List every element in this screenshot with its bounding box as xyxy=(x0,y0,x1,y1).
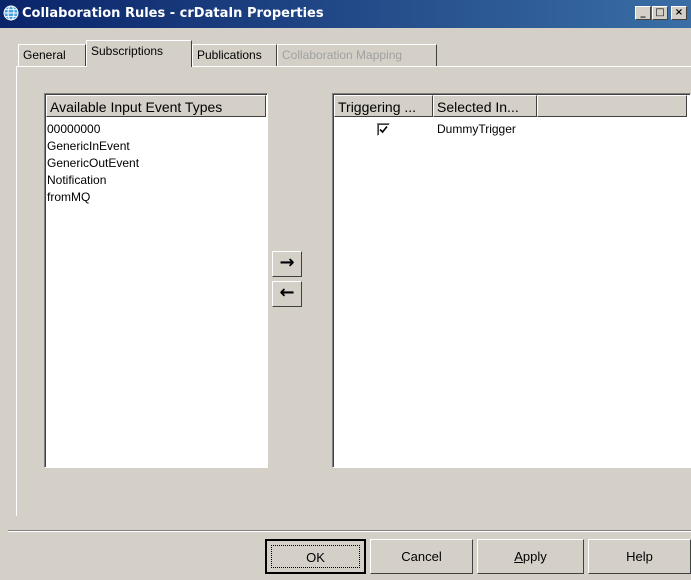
available-input-event-types-list[interactable]: Available Input Event Types 00000000 Gen… xyxy=(44,93,268,468)
close-button[interactable]: × xyxy=(671,6,687,20)
tab-general[interactable]: General xyxy=(18,44,86,66)
selected-input-events-table[interactable]: Triggering ... Selected In... DummyTrigg… xyxy=(332,93,691,468)
arrow-right-icon: → xyxy=(279,252,295,273)
title-bar[interactable]: Collaboration Rules - crDataIn Propertie… xyxy=(0,0,691,28)
triggering-checkbox[interactable] xyxy=(377,123,390,136)
checkmark-icon xyxy=(379,125,388,134)
ok-button[interactable]: OK xyxy=(265,539,366,574)
window-title: Collaboration Rules - crDataIn Propertie… xyxy=(22,6,324,21)
tab-subscriptions-label: Subscriptions xyxy=(91,44,164,58)
focus-rectangle xyxy=(271,545,360,568)
list-item[interactable]: Notification xyxy=(47,172,106,189)
add-event-button[interactable]: → xyxy=(272,251,302,277)
remove-event-button[interactable]: ← xyxy=(272,281,302,307)
maximize-button[interactable]: □ xyxy=(652,6,668,20)
list-item[interactable]: GenericInEvent xyxy=(47,138,130,155)
cancel-button-label: Cancel xyxy=(401,549,442,564)
list-item[interactable]: 00000000 xyxy=(47,121,100,138)
apply-mnemonic: A xyxy=(514,549,523,564)
list-item[interactable]: fromMQ xyxy=(47,189,90,206)
minimize-button[interactable]: _ xyxy=(635,6,651,20)
available-list-header[interactable]: Available Input Event Types xyxy=(46,95,266,117)
selected-event-name: DummyTrigger xyxy=(437,122,516,136)
globe-icon xyxy=(3,5,19,21)
help-button-label: Help xyxy=(626,549,653,564)
selected-in-column-header[interactable]: Selected In... xyxy=(433,95,537,117)
apply-button[interactable]: Apply xyxy=(477,539,584,574)
tab-collaboration-mapping[interactable]: Collaboration Mapping xyxy=(277,44,437,66)
window-frame xyxy=(0,28,8,580)
list-item[interactable]: GenericOutEvent xyxy=(47,155,139,172)
tab-collaboration-mapping-label: Collaboration Mapping xyxy=(282,48,403,62)
footer-separator xyxy=(8,530,691,532)
apply-button-label: pply xyxy=(522,549,547,564)
tab-publications-label: Publications xyxy=(197,48,262,62)
help-button[interactable]: Help xyxy=(588,539,691,574)
triggering-column-header[interactable]: Triggering ... xyxy=(334,95,433,117)
empty-column-header xyxy=(537,95,687,117)
tab-subscriptions[interactable]: Subscriptions xyxy=(86,40,192,67)
cancel-button[interactable]: Cancel xyxy=(370,539,473,574)
tab-publications[interactable]: Publications xyxy=(192,44,277,66)
tab-general-label: General xyxy=(23,48,66,62)
arrow-left-icon: ← xyxy=(279,282,295,303)
